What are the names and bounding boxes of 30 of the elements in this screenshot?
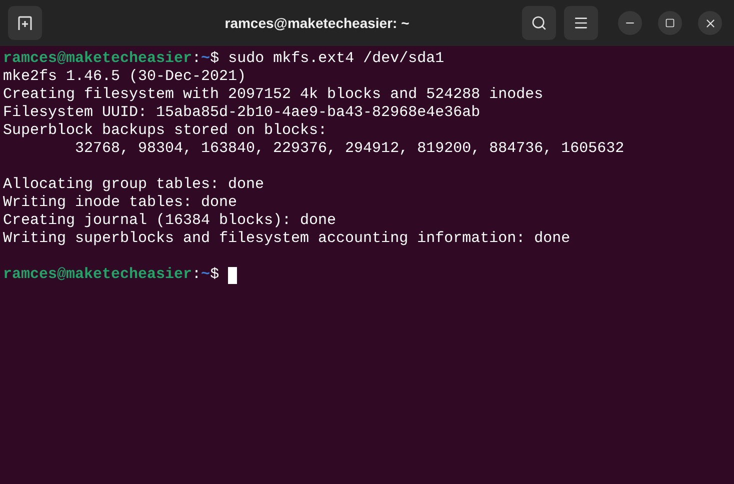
text-cursor — [228, 266, 238, 284]
prompt-separator: : — [192, 266, 202, 284]
search-icon — [531, 15, 547, 31]
output-line: Creating journal (16384 blocks): done — [3, 212, 336, 230]
prompt-user-host: ramces@maketecheasier — [3, 266, 192, 284]
output-line: Writing superblocks and filesystem accounting information: done — [3, 230, 570, 248]
prompt-symbol: $ — [210, 266, 220, 284]
prompt-symbol: $ — [210, 50, 220, 68]
prompt-path: ~ — [201, 266, 210, 284]
output-line: Writing inode tables: done — [3, 194, 238, 212]
close-icon — [704, 16, 716, 30]
output-line: Allocating group tables: done — [3, 176, 264, 194]
search-button[interactable] — [522, 6, 556, 40]
maximize-icon — [665, 18, 675, 28]
output-line: Superblock backups stored on blocks: — [3, 122, 328, 140]
menu-button[interactable] — [564, 6, 598, 40]
output-line: Creating filesystem with 2097152 4k blocks and 524288 inodes — [3, 86, 544, 104]
window-title: ramces@maketecheasier: ~ — [224, 14, 410, 32]
menu-icon — [573, 15, 589, 31]
output-line: Filesystem UUID: 15aba85d-2b10-4ae9-ba43-82968e4e36ab — [3, 104, 480, 122]
prompt-path: ~ — [201, 50, 210, 68]
output-line: 32768, 98304, 163840, 229376, 294912, 819200, 884736, 1605632 — [74, 140, 624, 158]
prompt-user-host: ramces@maketecheasier — [3, 50, 192, 68]
prompt-separator: : — [192, 50, 202, 68]
command-text: sudo mkfs.ext4 /dev/sda1 — [228, 50, 444, 68]
close-button[interactable] — [698, 11, 722, 35]
new-tab-button[interactable] — [8, 6, 42, 40]
new-tab-icon — [17, 15, 33, 31]
output-line: mke2fs 1.46.5 (30-Dec-2021) — [3, 68, 246, 86]
maximize-button[interactable] — [658, 11, 682, 35]
